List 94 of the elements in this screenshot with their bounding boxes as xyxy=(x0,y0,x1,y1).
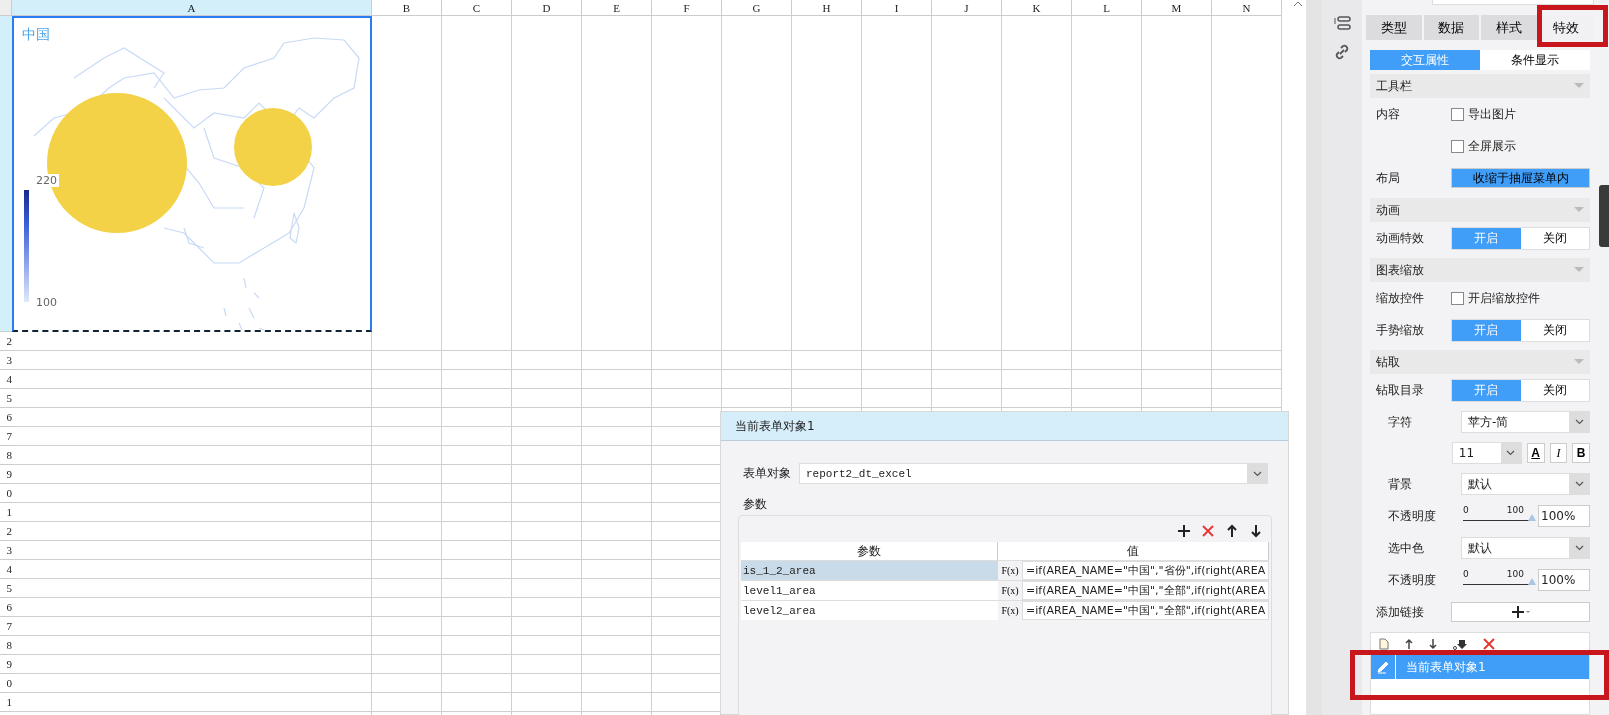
field-label: 字符 xyxy=(1388,414,1412,429)
dropdown-caret-icon xyxy=(1252,470,1262,477)
checkbox-label[interactable]: 导出图片 xyxy=(1468,105,1516,123)
delete-icon[interactable] xyxy=(1201,524,1215,538)
column-header[interactable]: F xyxy=(652,0,722,16)
column-header[interactable]: D xyxy=(512,0,582,16)
select-field[interactable]: 默认 xyxy=(1461,473,1590,495)
checkbox[interactable] xyxy=(1451,107,1464,121)
opacity-spinner[interactable]: 100% xyxy=(1538,569,1590,591)
formula-field[interactable]: =if(AREA_NAME="中国","省份",if(right(AREA xyxy=(1022,561,1269,580)
group-label: 参数 xyxy=(743,497,767,511)
down-arrow-icon[interactable] xyxy=(1429,638,1437,650)
legend-label: 100 xyxy=(34,296,59,309)
down-arrow-icon[interactable] xyxy=(1249,524,1263,538)
field-label: 背景 xyxy=(1388,476,1412,491)
slider-max: 100 xyxy=(1506,569,1524,579)
field-label: 选中色 xyxy=(1388,540,1424,555)
field-label: 手势缩放 xyxy=(1376,322,1424,337)
formula-button[interactable]: F(x) xyxy=(998,561,1022,580)
tab[interactable]: 数据 xyxy=(1423,15,1479,40)
checkbox-label[interactable]: 全屏展示 xyxy=(1468,137,1516,155)
dropdown-caret-icon xyxy=(1574,419,1584,425)
toggle-option[interactable]: 关闭 xyxy=(1520,379,1589,401)
link-icon[interactable] xyxy=(1334,44,1350,60)
field-label: 缩放控件 xyxy=(1376,290,1424,305)
column-header: 参数 xyxy=(741,542,998,560)
slider-min: 0 xyxy=(1463,505,1469,515)
scroll-up-icon[interactable] xyxy=(1293,0,1303,8)
column-header[interactable]: A xyxy=(12,0,372,16)
up-arrow-icon[interactable] xyxy=(1225,524,1239,538)
field-label: 布局 xyxy=(1376,170,1400,185)
dropdown-caret-icon xyxy=(1574,545,1584,551)
section-header[interactable]: 图表缩放 xyxy=(1370,258,1590,282)
select-field[interactable]: 默认 xyxy=(1461,537,1590,559)
slider-min: 0 xyxy=(1463,569,1469,579)
column-header[interactable]: N xyxy=(1212,0,1282,16)
section-header[interactable]: 动画 xyxy=(1370,198,1590,222)
formula-field[interactable]: =if(AREA_NAME="中国","全部",if(right(AREA xyxy=(1022,601,1269,620)
slider-max: 100 xyxy=(1506,505,1524,515)
field-label: 动画特效 xyxy=(1376,230,1424,245)
section-header[interactable]: 工具栏 xyxy=(1370,74,1590,98)
formula-button[interactable]: F(x) xyxy=(998,601,1022,620)
column-header[interactable]: M xyxy=(1142,0,1212,16)
column-header[interactable]: B xyxy=(372,0,442,16)
column-header[interactable]: I xyxy=(862,0,932,16)
tab[interactable]: 样式 xyxy=(1481,15,1537,40)
font-size-select[interactable]: 11 xyxy=(1451,442,1522,464)
form-object-select[interactable]: report2_dt_excel xyxy=(799,463,1268,484)
plus-icon xyxy=(1510,605,1531,619)
move-down-icon[interactable] xyxy=(1453,638,1467,650)
delete-icon[interactable] xyxy=(1483,638,1495,650)
table-cell[interactable]: is_1_2_area xyxy=(741,561,998,580)
tab[interactable]: 类型 xyxy=(1366,15,1422,40)
column-header[interactable]: L xyxy=(1072,0,1142,16)
field-label: 钻取目录 xyxy=(1376,382,1424,397)
font-style-button[interactable]: B xyxy=(1572,443,1590,463)
field-label: 添加链接 xyxy=(1376,604,1424,619)
document-icon[interactable] xyxy=(1379,638,1389,650)
dialog-title: 当前表单对象1 xyxy=(735,417,815,435)
list-icon[interactable] xyxy=(1333,16,1351,30)
toggle-option[interactable]: 关闭 xyxy=(1520,227,1589,249)
select-field[interactable]: 苹方-简 xyxy=(1461,411,1590,433)
legend-label: 220 xyxy=(34,174,59,187)
dropdown-caret-icon xyxy=(1574,481,1584,487)
formula-field[interactable]: =if(AREA_NAME="中国","全部",if(right(AREA xyxy=(1022,581,1269,600)
field-label: 不透明度 xyxy=(1388,572,1436,587)
column-header[interactable]: C xyxy=(442,0,512,16)
column-header[interactable]: G xyxy=(722,0,792,16)
tab[interactable]: 条件显示 xyxy=(1480,50,1590,70)
opacity-spinner[interactable]: 100% xyxy=(1538,505,1590,527)
checkbox-label[interactable]: 开启缩放控件 xyxy=(1468,289,1540,307)
dropdown-caret-icon xyxy=(1506,450,1516,456)
font-style-button[interactable]: A xyxy=(1526,443,1545,463)
table-cell[interactable]: level1_area xyxy=(741,581,998,600)
font-style-button[interactable]: I xyxy=(1549,443,1568,463)
checkbox[interactable] xyxy=(1451,139,1464,153)
up-arrow-icon[interactable] xyxy=(1405,638,1413,650)
field-label: 不透明度 xyxy=(1388,508,1436,523)
formula-button[interactable]: F(x) xyxy=(998,581,1022,600)
field-label: 内容 xyxy=(1376,106,1400,121)
column-header: 值 xyxy=(998,542,1269,560)
chart-title: 中国 xyxy=(22,26,50,44)
column-header[interactable]: K xyxy=(1002,0,1072,16)
section-header[interactable]: 钻取 xyxy=(1370,350,1590,374)
add-icon[interactable] xyxy=(1177,524,1191,538)
column-header[interactable]: H xyxy=(792,0,862,16)
checkbox[interactable] xyxy=(1451,291,1464,305)
column-header[interactable]: E xyxy=(582,0,652,16)
pencil-icon[interactable] xyxy=(1376,660,1390,674)
layout-button[interactable]: 收缩于抽屉菜单内 xyxy=(1451,168,1590,188)
table-cell[interactable]: level2_area xyxy=(741,601,998,620)
field-label: 表单对象 xyxy=(743,465,791,482)
column-header[interactable]: J xyxy=(932,0,1002,16)
toggle-option[interactable]: 关闭 xyxy=(1520,319,1589,341)
